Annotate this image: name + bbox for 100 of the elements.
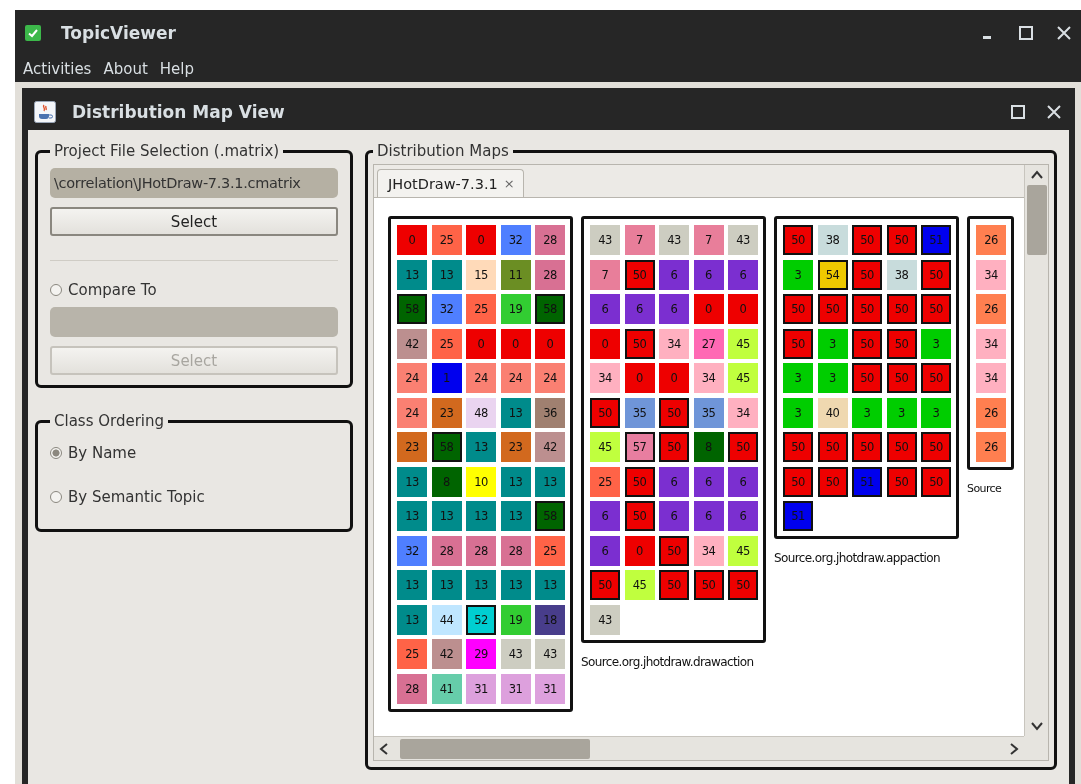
map-cell: 26: [976, 397, 1006, 428]
map-cell: 7: [590, 259, 620, 290]
map-cell: 6: [590, 535, 620, 566]
radio-option[interactable]: By Semantic Topic: [50, 488, 338, 506]
map-cell: 50: [728, 432, 758, 462]
map-cell: 50: [783, 432, 813, 462]
radio-label: Compare To: [68, 281, 157, 299]
map-cell: 6: [590, 501, 620, 531]
map-cell: 26: [976, 225, 1006, 255]
map-cell: 50: [624, 501, 655, 531]
menu-item[interactable]: Help: [159, 59, 194, 78]
window-title: TopicViewer: [61, 22, 176, 43]
radio-option[interactable]: By Name: [50, 444, 338, 462]
map-cell: 6: [728, 501, 758, 531]
map-cell: 42: [535, 432, 565, 462]
map-cell: 3: [783, 363, 813, 393]
maximize-icon[interactable]: [1011, 105, 1025, 119]
map-cell: 25: [590, 466, 620, 497]
map-cell: 3: [783, 397, 813, 428]
map-cell: 50: [783, 294, 813, 324]
map-cell: 6: [728, 259, 758, 290]
menu-item[interactable]: Activities: [23, 59, 92, 78]
map-cell: 50: [783, 225, 813, 255]
maximize-icon[interactable]: [1019, 25, 1033, 40]
map-cell: 32: [500, 225, 531, 255]
map-cell: 13: [500, 501, 531, 531]
map-cell: 28: [535, 259, 565, 290]
map-cell: 32: [431, 294, 462, 324]
map-cell: 50: [783, 328, 813, 359]
map-cell: 13: [535, 570, 565, 600]
map-cell: 6: [659, 466, 689, 497]
close-icon[interactable]: ×: [503, 176, 515, 191]
radio-icon[interactable]: [50, 447, 62, 459]
map-cell: 50: [886, 328, 917, 359]
map-cell: 50: [693, 570, 724, 600]
map-cell: 43: [728, 225, 758, 255]
close-icon[interactable]: [1057, 25, 1071, 40]
map-cell: 7: [624, 225, 655, 255]
map-cell: 57: [624, 432, 655, 462]
map-cell: 36: [535, 397, 565, 428]
radio-icon[interactable]: [50, 491, 62, 503]
map-cell: 50: [852, 294, 882, 324]
path-field[interactable]: \correlation\JHotDraw-7.3.1.cmatrix: [50, 168, 338, 198]
select-button[interactable]: Select: [50, 207, 338, 236]
radio-option[interactable]: Compare To: [50, 281, 338, 299]
map-cell: 23: [500, 432, 531, 462]
map-cell: 28: [535, 225, 565, 255]
map-label: Source.org.jhotdraw.drawaction: [581, 654, 755, 669]
map-cell: 51: [921, 225, 951, 255]
map-cell: 0: [397, 225, 427, 255]
map-cell: 13: [397, 466, 427, 497]
close-icon[interactable]: [1047, 105, 1061, 119]
radio-label: By Name: [68, 444, 137, 462]
map-cell: 18: [535, 604, 565, 635]
map-cell: 50: [921, 259, 951, 290]
map-cell: 40: [817, 397, 848, 428]
map-cell: 6: [693, 501, 724, 531]
map-cell: 50: [817, 466, 848, 497]
radio-label: By Semantic Topic: [68, 488, 205, 506]
checkbox-icon: [25, 24, 41, 41]
map-cell: 58: [535, 294, 565, 324]
map-cell: 35: [624, 397, 655, 428]
map-cell: 25: [397, 639, 427, 669]
map-cell: 13: [535, 466, 565, 497]
radio-icon[interactable]: [50, 284, 62, 296]
map-cell: 58: [535, 501, 565, 531]
map-cell: 6: [659, 294, 689, 324]
scroll-thumb[interactable]: [1026, 185, 1047, 255]
map-cell: 34: [976, 259, 1006, 290]
map-cell: 50: [624, 259, 655, 290]
map-cell: 45: [624, 570, 655, 600]
scroll-thumb[interactable]: [400, 738, 590, 759]
map-cell: 50: [852, 225, 882, 255]
map-cell: 24: [500, 363, 531, 393]
map-cell: 50: [852, 259, 882, 290]
map-cell: 50: [590, 570, 620, 600]
map-cell: 25: [431, 225, 462, 255]
map-cell: 6: [693, 466, 724, 497]
map-cell: 13: [500, 570, 531, 600]
horizontal-scrollbar[interactable]: [374, 736, 1024, 760]
map-cell: 0: [659, 363, 689, 393]
map-cell: 50: [886, 225, 917, 255]
menu-item[interactable]: About: [103, 59, 148, 78]
map-cell: 42: [431, 639, 462, 669]
map-cell: 34: [590, 363, 620, 393]
map-cell: 50: [852, 432, 882, 462]
view-title: Distribution Map View: [72, 102, 285, 122]
map-cell: 6: [590, 294, 620, 324]
map-cell: 3: [921, 397, 951, 428]
tab[interactable]: JHotDraw-7.3.1 ×: [377, 169, 524, 197]
map-cell: 0: [693, 294, 724, 324]
map-cell: 34: [976, 363, 1006, 393]
map-cell: 25: [431, 328, 462, 359]
map-cell: 45: [728, 328, 758, 359]
map-cell: 13: [397, 259, 427, 290]
map-cell: 50: [921, 294, 951, 324]
map-cell: 50: [852, 328, 882, 359]
map-cell: 0: [624, 535, 655, 566]
vertical-scrollbar[interactable]: [1024, 165, 1048, 736]
map-cell: 50: [728, 570, 758, 600]
